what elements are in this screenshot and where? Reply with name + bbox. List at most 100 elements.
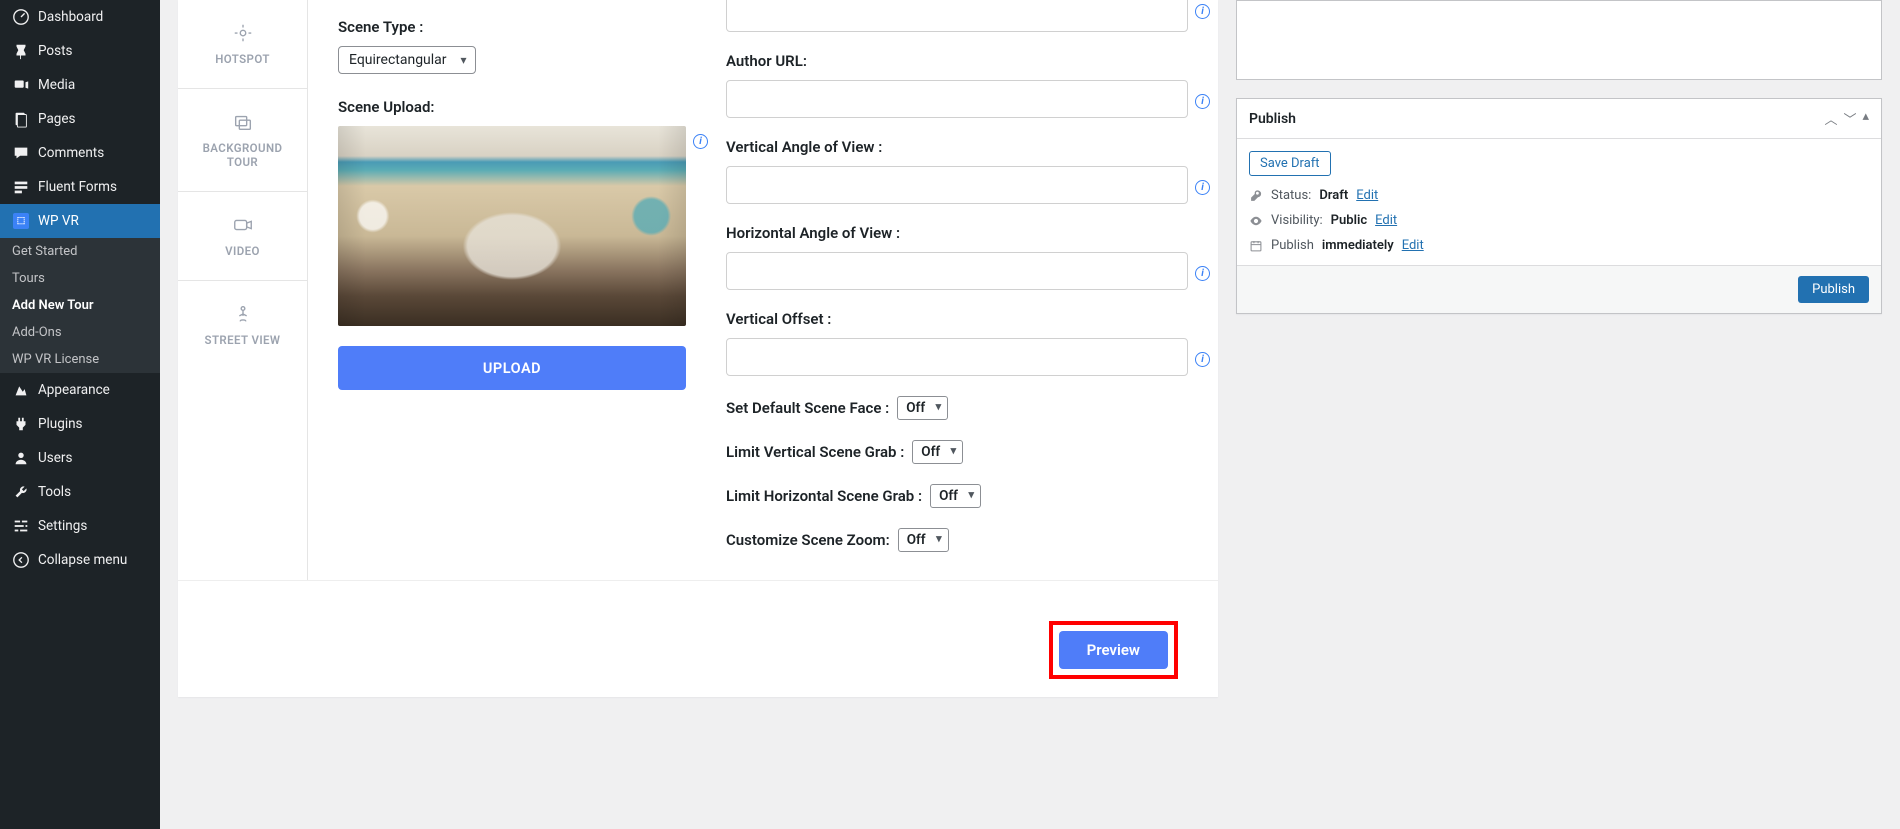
scene-type-label: Scene Type : xyxy=(338,18,686,36)
calendar-icon xyxy=(1249,239,1263,253)
default-face-select[interactable]: Off xyxy=(897,396,948,420)
appearance-icon xyxy=(12,381,30,399)
scene-type-select[interactable]: Equirectangular xyxy=(338,46,476,74)
eye-icon xyxy=(1249,214,1263,228)
box-controls: ︿ ﹀ ▴ xyxy=(1824,109,1869,128)
preview-button[interactable]: Preview xyxy=(1059,631,1168,669)
scene-upload-label: Scene Upload: i xyxy=(338,98,686,116)
sidebar-label: Media xyxy=(38,77,75,93)
sidebar-item-settings[interactable]: Settings xyxy=(0,509,160,543)
sidebar-label: Fluent Forms xyxy=(38,179,117,195)
scene-preview-image xyxy=(338,126,686,326)
help-icon[interactable]: i xyxy=(1195,266,1210,281)
help-icon[interactable]: i xyxy=(1195,180,1210,195)
publish-row: Publish immediately Edit xyxy=(1249,238,1869,253)
sidebar-label: Dashboard xyxy=(38,9,103,25)
forms-icon xyxy=(12,178,30,196)
voffset-label: Vertical Offset : xyxy=(726,310,1188,328)
tab-label: HOTSPOT xyxy=(215,52,270,66)
haov-label: Horizontal Angle of View : xyxy=(726,224,1188,242)
save-draft-button[interactable]: Save Draft xyxy=(1249,151,1331,176)
status-row: Status: Draft Edit xyxy=(1249,188,1869,203)
dashboard-icon xyxy=(12,8,30,26)
main-canvas: HOTSPOT BACKGROUND TOUR VIDEO STREET VIE… xyxy=(160,0,1900,829)
preview-highlight: Preview xyxy=(1049,621,1178,679)
sidebar-item-media[interactable]: Media xyxy=(0,68,160,102)
sidebar-label: Posts xyxy=(38,43,72,59)
upload-button[interactable]: UPLOAD xyxy=(338,346,686,390)
submenu-add-new-tour[interactable]: Add New Tour xyxy=(0,292,160,319)
sidebar-item-fluentforms[interactable]: Fluent Forms xyxy=(0,170,160,204)
submenu-addons[interactable]: Add-Ons xyxy=(0,319,160,346)
sidebar-label: Users xyxy=(38,450,72,466)
sidebar-item-appearance[interactable]: Appearance xyxy=(0,373,160,407)
voffset-input[interactable] xyxy=(726,338,1188,376)
sidebar-item-collapse[interactable]: Collapse menu xyxy=(0,543,160,577)
toggle-icon[interactable]: ▴ xyxy=(1862,109,1869,128)
streetview-icon xyxy=(232,303,254,325)
publish-button[interactable]: Publish xyxy=(1798,276,1869,303)
collapse-icon xyxy=(12,551,30,569)
sidebar-label: Plugins xyxy=(38,416,83,432)
sidebar-item-dashboard[interactable]: Dashboard xyxy=(0,0,160,34)
publish-body: Save Draft Status: Draft Edit Visibility… xyxy=(1237,139,1881,265)
publish-title: Publish xyxy=(1249,111,1296,127)
vaov-input[interactable] xyxy=(726,166,1188,204)
admin-sidebar: Dashboard Posts Media Pages Comments Flu… xyxy=(0,0,160,829)
limit-v-select[interactable]: Off xyxy=(912,440,963,464)
publish-edit-link[interactable]: Edit xyxy=(1402,238,1424,253)
sidebar-item-users[interactable]: Users xyxy=(0,441,160,475)
tab-rail: HOTSPOT BACKGROUND TOUR VIDEO STREET VIE… xyxy=(178,0,308,580)
tab-label: VIDEO xyxy=(225,244,260,258)
submenu-license[interactable]: WP VR License xyxy=(0,346,160,373)
scene-left-column: Scene Type : Equirectangular Scene Uploa… xyxy=(308,0,716,580)
top-input[interactable] xyxy=(726,0,1188,32)
tab-street-view[interactable]: STREET VIEW xyxy=(178,281,307,369)
zoom-label: Customize Scene Zoom: xyxy=(726,531,890,549)
zoom-select[interactable]: Off xyxy=(898,528,949,552)
help-icon[interactable]: i xyxy=(1195,94,1210,109)
tools-icon xyxy=(12,483,30,501)
scene-right-column: i Author URL: i Vertical Angle of View :… xyxy=(716,0,1218,580)
media-icon xyxy=(12,76,30,94)
key-icon xyxy=(1249,189,1263,203)
publish-box: Publish ︿ ﹀ ▴ Save Draft Status: Draft E… xyxy=(1236,98,1882,314)
editor-body: Scene Type : Equirectangular Scene Uploa… xyxy=(308,0,1218,580)
help-icon[interactable]: i xyxy=(1195,4,1210,19)
status-edit-link[interactable]: Edit xyxy=(1356,188,1378,203)
sidebar-item-comments[interactable]: Comments xyxy=(0,136,160,170)
visibility-row: Visibility: Public Edit xyxy=(1249,213,1869,228)
tab-hotspot[interactable]: HOTSPOT xyxy=(178,0,307,89)
move-up-icon[interactable]: ︿ xyxy=(1824,109,1837,128)
help-icon[interactable]: i xyxy=(693,134,708,149)
side-column: Publish ︿ ﹀ ▴ Save Draft Status: Draft E… xyxy=(1236,0,1882,697)
sidebar-item-tools[interactable]: Tools xyxy=(0,475,160,509)
tab-label: STREET VIEW xyxy=(205,333,281,347)
haov-input[interactable] xyxy=(726,252,1188,290)
visibility-edit-link[interactable]: Edit xyxy=(1375,213,1397,228)
sidebar-label: Appearance xyxy=(38,382,110,398)
tab-background-tour[interactable]: BACKGROUND TOUR xyxy=(178,89,307,192)
move-down-icon[interactable]: ﹀ xyxy=(1843,109,1856,128)
sidebar-item-posts[interactable]: Posts xyxy=(0,34,160,68)
help-icon[interactable]: i xyxy=(1195,352,1210,367)
video-icon xyxy=(232,214,254,236)
pin-icon xyxy=(12,42,30,60)
sidebar-item-plugins[interactable]: Plugins xyxy=(0,407,160,441)
sidebar-label: Pages xyxy=(38,111,76,127)
publish-header: Publish ︿ ﹀ ▴ xyxy=(1237,99,1881,139)
publish-footer: Publish xyxy=(1237,265,1881,313)
wpvr-icon: ⬚ xyxy=(12,212,30,230)
limit-h-select[interactable]: Off xyxy=(930,484,981,508)
excerpt-box[interactable] xyxy=(1236,0,1882,80)
settings-icon xyxy=(12,517,30,535)
bgtour-icon xyxy=(232,111,254,133)
submenu-get-started[interactable]: Get Started xyxy=(0,238,160,265)
sidebar-item-pages[interactable]: Pages xyxy=(0,102,160,136)
submenu-tours[interactable]: Tours xyxy=(0,265,160,292)
author-url-input[interactable] xyxy=(726,80,1188,118)
sidebar-item-wpvr[interactable]: ⬚ WP VR xyxy=(0,204,160,238)
default-face-label: Set Default Scene Face : xyxy=(726,399,889,417)
sidebar-label: WP VR xyxy=(38,213,79,229)
tab-video[interactable]: VIDEO xyxy=(178,192,307,281)
